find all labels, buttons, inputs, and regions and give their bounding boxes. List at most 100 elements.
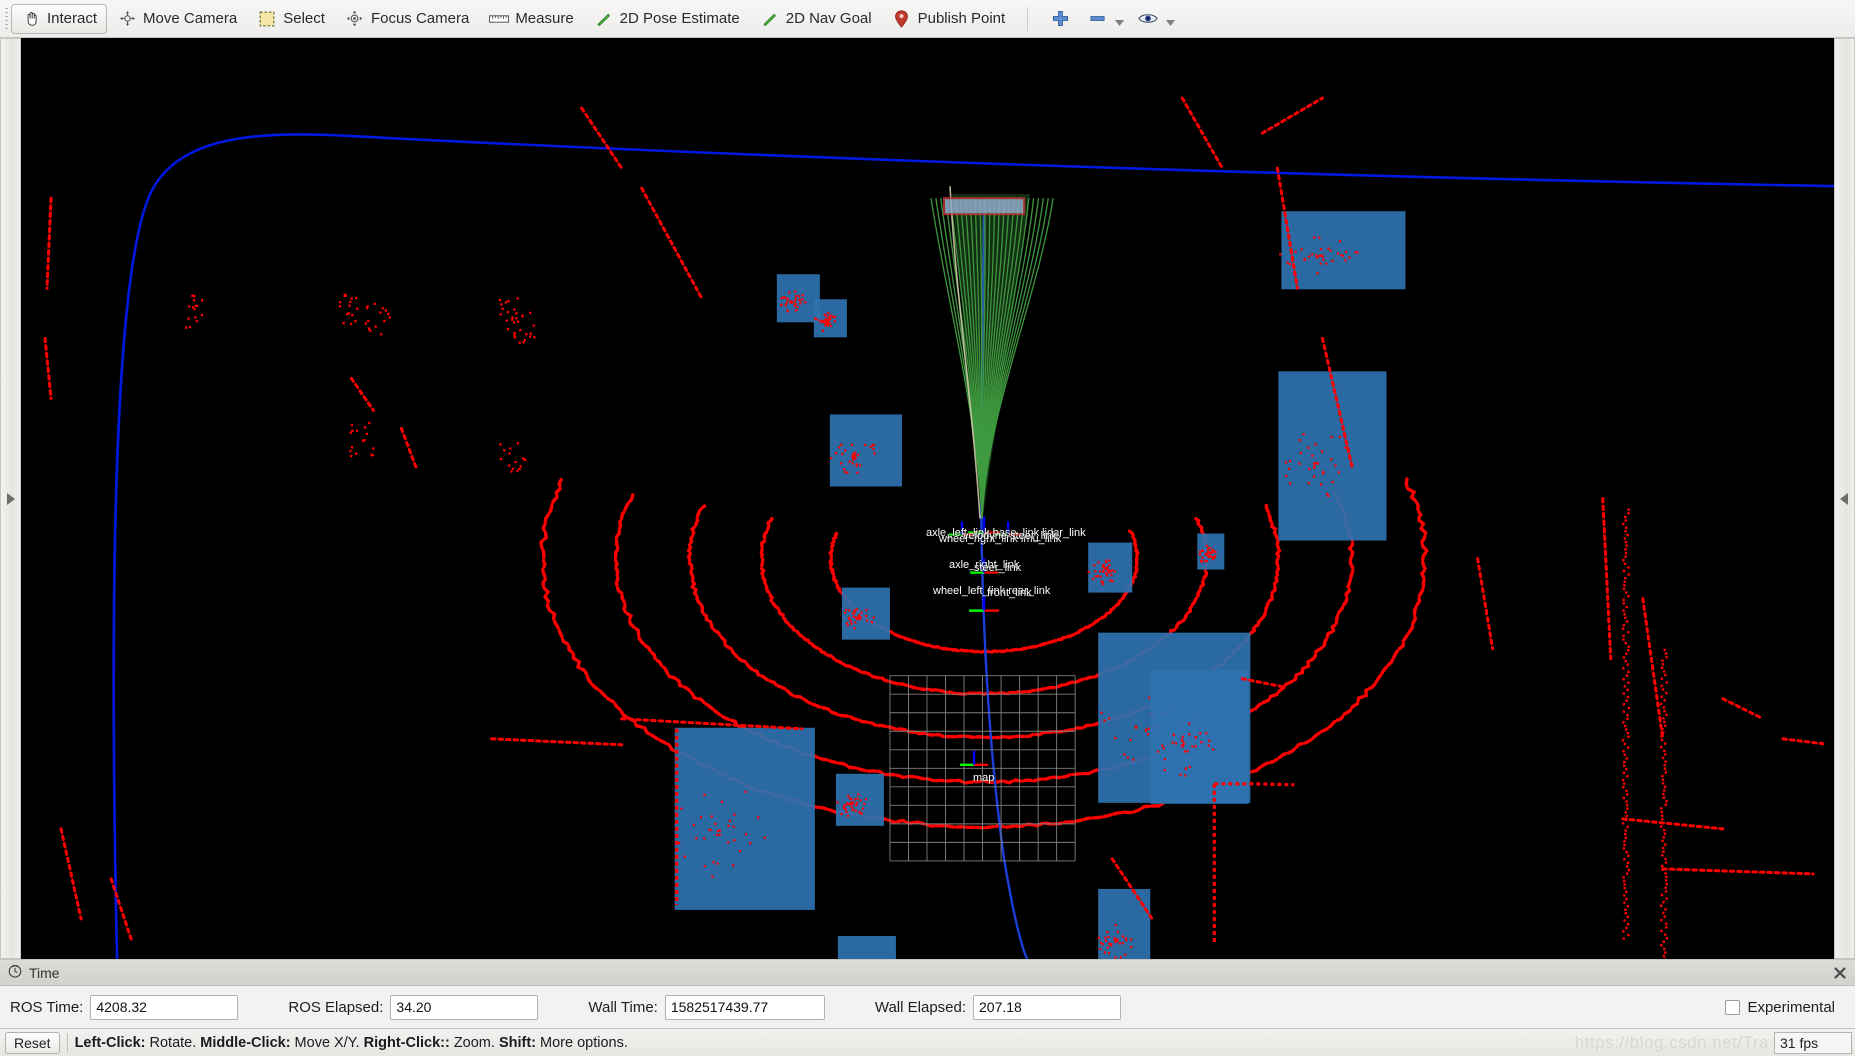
expand-left-panel-arrow-icon[interactable] bbox=[1, 492, 20, 505]
object-point bbox=[716, 862, 719, 865]
ros-elapsed-group: ROS Elapsed: bbox=[288, 994, 539, 1020]
remove-tool-button[interactable] bbox=[1080, 4, 1129, 34]
object-point bbox=[1298, 462, 1301, 465]
object-point bbox=[1106, 946, 1109, 949]
object-point bbox=[842, 468, 846, 471]
lidar-point bbox=[1624, 616, 1627, 620]
object-point bbox=[1108, 559, 1111, 562]
ros-elapsed-input[interactable] bbox=[390, 994, 539, 1020]
tool-move-camera[interactable]: Move Camera bbox=[107, 4, 247, 34]
object-point bbox=[844, 449, 847, 452]
tool-2d-nav-goal-label: 2D Nav Goal bbox=[785, 10, 872, 27]
lidar-point bbox=[1622, 749, 1625, 753]
wall-elapsed-label: Wall Elapsed: bbox=[874, 998, 967, 1016]
add-tool-button[interactable] bbox=[1040, 4, 1080, 34]
object-point bbox=[1308, 255, 1311, 258]
lidar-point bbox=[1626, 746, 1630, 749]
object-point bbox=[1307, 446, 1310, 449]
lidar-point bbox=[1626, 807, 1629, 811]
tool-interact[interactable]: Interact bbox=[11, 3, 108, 34]
tool-2d-pose-estimate[interactable]: 2D Pose Estimate bbox=[584, 4, 750, 34]
lidar-point bbox=[1623, 901, 1626, 904]
reset-button[interactable]: Reset bbox=[5, 1031, 60, 1054]
object-point bbox=[749, 842, 752, 845]
expand-right-panel-arrow-icon[interactable] bbox=[1835, 492, 1854, 505]
tool-publish-point[interactable]: Publish Point bbox=[882, 4, 1016, 34]
lidar-point bbox=[1661, 727, 1664, 731]
rviz-3d-viewport[interactable]: axle_left_link base_link lidar_link wheel… bbox=[21, 38, 1834, 959]
watermark-text: https://blog.csdn.net/Tra bbox=[1574, 1032, 1769, 1052]
object-point bbox=[828, 316, 831, 319]
visibility-button[interactable] bbox=[1129, 4, 1180, 34]
object-point bbox=[1124, 953, 1127, 956]
lidar-point bbox=[500, 303, 503, 306]
object-point bbox=[1319, 483, 1323, 486]
object-point bbox=[1348, 256, 1351, 259]
object-point bbox=[1286, 261, 1289, 264]
object-point bbox=[1103, 566, 1107, 570]
lidar-point bbox=[1622, 598, 1625, 602]
object-point bbox=[865, 614, 868, 617]
lidar-point bbox=[1660, 918, 1663, 922]
lidar-point bbox=[1665, 681, 1669, 684]
lidar-point bbox=[505, 319, 508, 322]
lidar-point bbox=[1624, 728, 1628, 731]
lidar-point bbox=[1626, 793, 1629, 796]
object-point bbox=[1208, 739, 1211, 742]
wall-elapsed-input[interactable] bbox=[973, 994, 1122, 1020]
object-point bbox=[861, 807, 865, 810]
tool-select[interactable]: Select bbox=[247, 4, 335, 34]
object-point bbox=[793, 299, 796, 303]
lidar-point bbox=[1624, 829, 1627, 832]
left-panel-collapsed[interactable] bbox=[0, 38, 21, 959]
object-point bbox=[1319, 262, 1322, 265]
detection-box bbox=[1088, 542, 1133, 593]
lidar-point bbox=[1625, 768, 1628, 771]
lidar-point bbox=[1625, 620, 1629, 623]
ros-time-input[interactable] bbox=[90, 994, 239, 1020]
object-point bbox=[1331, 480, 1334, 484]
lidar-point bbox=[1623, 894, 1626, 897]
lidar-point bbox=[1621, 778, 1625, 782]
time-panel-titlebar[interactable]: Time bbox=[0, 960, 1855, 986]
object-point bbox=[1194, 736, 1198, 739]
lidar-point bbox=[363, 426, 367, 429]
object-point bbox=[1308, 467, 1311, 471]
object-point bbox=[872, 448, 875, 451]
object-point bbox=[785, 301, 788, 305]
object-point bbox=[851, 801, 854, 804]
lidar-point bbox=[1664, 857, 1667, 861]
right-panel-collapsed[interactable] bbox=[1834, 38, 1855, 959]
close-icon[interactable] bbox=[1832, 965, 1848, 981]
experimental-checkbox-row[interactable]: Experimental bbox=[1725, 999, 1845, 1016]
lidar-point bbox=[1662, 850, 1665, 853]
visibility-chevron-down-icon[interactable] bbox=[1164, 9, 1177, 29]
tool-interact-label: Interact bbox=[47, 10, 98, 27]
lidar-point bbox=[1659, 904, 1663, 907]
object-point bbox=[1110, 574, 1113, 577]
wall-time-input[interactable] bbox=[664, 994, 825, 1020]
object-point bbox=[834, 452, 838, 455]
pose-arrow-icon bbox=[594, 9, 614, 29]
lidar-point bbox=[1627, 706, 1631, 710]
object-point bbox=[1107, 935, 1110, 939]
object-point bbox=[824, 321, 827, 324]
lidar-point bbox=[363, 439, 366, 442]
tool-focus-camera[interactable]: Focus Camera bbox=[335, 4, 479, 34]
object-point bbox=[795, 294, 798, 297]
lidar-point bbox=[387, 312, 390, 316]
object-point bbox=[848, 609, 851, 612]
object-point bbox=[1325, 262, 1328, 265]
toolbar-drag-handle[interactable] bbox=[2, 6, 11, 32]
object-point bbox=[1124, 937, 1127, 940]
lidar-point bbox=[508, 464, 511, 467]
lidar-point bbox=[369, 329, 372, 332]
tool-2d-nav-goal[interactable]: 2D Nav Goal bbox=[750, 4, 882, 34]
remove-tool-chevron-down-icon[interactable] bbox=[1113, 9, 1126, 29]
object-point bbox=[1130, 938, 1133, 941]
lidar-point bbox=[1661, 774, 1664, 778]
lidar-point bbox=[1626, 713, 1629, 717]
tool-measure[interactable]: Measure bbox=[479, 4, 583, 34]
lidar-point bbox=[1665, 922, 1668, 925]
experimental-checkbox[interactable] bbox=[1725, 999, 1741, 1015]
